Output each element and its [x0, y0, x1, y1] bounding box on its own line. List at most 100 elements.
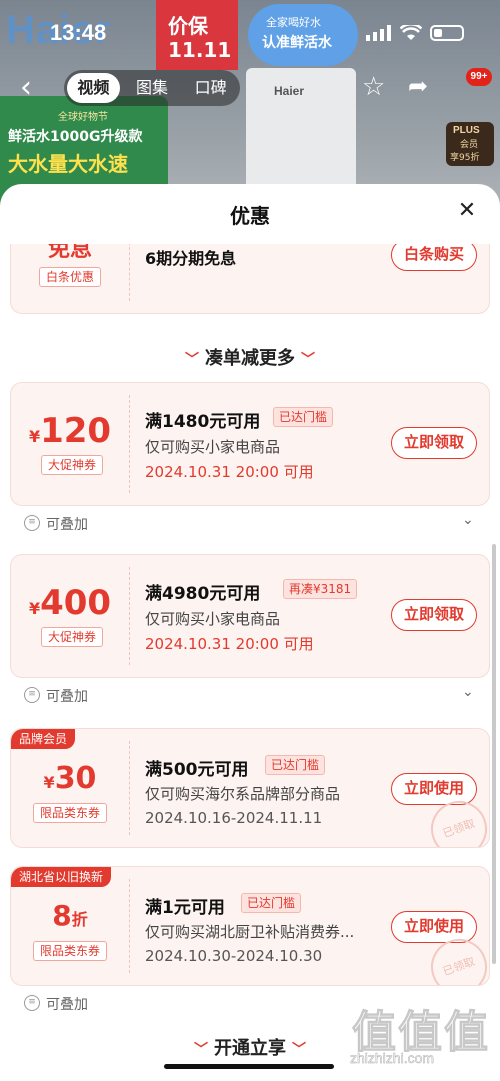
currency-symbol: ¥ — [28, 427, 41, 446]
section-title: ﹀ 凑单减更多 ﹀ — [0, 344, 500, 370]
price-protect-label: 价保 — [168, 14, 208, 38]
product-logo: Haier — [274, 84, 305, 98]
plus-member-badge: PLUS 会员 享95折 — [446, 122, 494, 166]
coupon-desc: 仅可购买小家电商品 — [145, 610, 281, 628]
plus-member-label: 会员 — [460, 140, 479, 150]
wifi-icon — [400, 25, 422, 40]
claim-button[interactable]: 立即领取 — [391, 427, 477, 459]
coupon-tag: 限品类东券 — [33, 803, 108, 823]
discount-sheet: 优惠 ✕ 免息 白条优惠 6期分期免息 白条购买 ﹀ 凑单减更多 ﹀ ¥120 大促… — [0, 184, 500, 1081]
scrollbar[interactable] — [492, 544, 496, 964]
coupon-tag: 大促神券 — [41, 627, 104, 647]
coupon-title: 满500元可用 — [145, 760, 249, 780]
threshold-pill: 已达门槛 — [241, 893, 302, 913]
currency-symbol: ¥ — [28, 599, 41, 618]
stackable-row[interactable]: ≡ 可叠加 ⌄ — [10, 680, 490, 710]
claim-button[interactable]: 立即领取 — [391, 599, 477, 631]
coupon-card: 品牌会员 ¥30 限品类东券 满500元可用 已达门槛 仅可购买海尔系品牌部分商… — [10, 728, 490, 848]
stackable-label: 可叠加 — [46, 517, 88, 533]
price-protect-date: 11.11 — [168, 38, 232, 62]
tab-gallery[interactable]: 图集 — [126, 73, 179, 103]
coupon-tag: 大促神券 — [41, 455, 104, 475]
sheet-scroll-area[interactable]: 免息 白条优惠 6期分期免息 白条购买 ﹀ 凑单减更多 ﹀ ¥120 大促神券 满1… — [0, 244, 500, 1081]
coupon-card: 湖北省以旧换新 8折 限品类东券 满1元可用 已达门槛 仅可购买湖北厨卫补贴消费… — [10, 866, 490, 986]
coupon-value: 8 — [52, 899, 72, 932]
coupon-amount: ¥30 — [11, 761, 129, 796]
stack-icon: ≡ — [24, 995, 40, 1011]
chevron-down-icon[interactable]: ⌄ — [462, 512, 474, 528]
tab-video[interactable]: 视频 — [67, 73, 120, 103]
left-decoration-icon: ﹀ — [185, 352, 199, 368]
coupon-amount: ¥400 — [11, 583, 129, 623]
coupon-value: 120 — [40, 411, 112, 451]
watermark: 值值值 zhizhizhi.com — [344, 996, 494, 1074]
coupon-value: 30 — [54, 761, 97, 796]
home-indicator[interactable] — [164, 1064, 334, 1069]
watermark-domain: zhizhizhi.com — [350, 1050, 435, 1067]
stack-icon: ≡ — [24, 515, 40, 531]
currency-symbol: ¥ — [43, 773, 55, 792]
promo-line2: 鲜活水1000G升级款 — [8, 129, 143, 145]
promo-line1: 全球好物节 — [58, 112, 108, 123]
coupon-title: 满1元可用 — [145, 898, 225, 918]
installment-title: 6期分期免息 — [145, 249, 237, 268]
close-icon[interactable]: ✕ — [454, 198, 480, 224]
discount-unit: 折 — [71, 910, 88, 929]
section-title-text: 开通立享 — [214, 1038, 286, 1059]
stack-icon: ≡ — [24, 687, 40, 703]
installment-amount: 免息 — [47, 244, 92, 262]
media-tab-bar: 视频 图集 口碑 — [64, 70, 240, 106]
card-divider — [129, 567, 130, 665]
coupon-desc: 仅可购买湖北厨卫补贴消费券... — [145, 923, 355, 941]
threshold-pill: 已达门槛 — [265, 755, 326, 775]
back-arrow-icon[interactable]: ‹ — [20, 70, 32, 105]
favorite-star-icon[interactable]: ☆ — [362, 72, 385, 102]
threshold-pill: 已达门槛 — [273, 407, 334, 427]
right-decoration-icon: ﹀ — [292, 1042, 306, 1058]
plus-label: PLUS — [453, 125, 480, 136]
card-divider — [129, 395, 130, 493]
coupon-amount: ¥120 — [11, 411, 129, 451]
baitiao-buy-button[interactable]: 白条购买 — [391, 244, 477, 271]
promo-line3: 大水量大水速 — [8, 152, 128, 176]
coupon-tag: 限品类东券 — [33, 941, 108, 961]
coupon-value: 400 — [40, 583, 112, 623]
section-title-text: 凑单减更多 — [205, 348, 295, 369]
tab-reviews[interactable]: 口碑 — [184, 73, 237, 103]
installment-tag: 白条优惠 — [39, 267, 102, 287]
stackable-label: 可叠加 — [46, 689, 88, 705]
coupon-card: ¥400 大促神券 满4980元可用 再凑¥3181 仅可购买小家电商品 202… — [10, 554, 490, 678]
trade-in-label: 湖北省以旧换新 — [11, 867, 112, 887]
fresh-water-badge: 全家喝好水 认准鲜活水 — [248, 4, 358, 66]
status-icons — [366, 24, 464, 42]
coupon-desc: 仅可购买小家电商品 — [145, 438, 281, 456]
installment-card: 免息 白条优惠 6期分期免息 白条购买 — [10, 244, 490, 314]
coupon-title: 满1480元可用 — [145, 412, 261, 432]
status-time: 13:48 — [50, 20, 107, 45]
battery-icon — [430, 25, 464, 41]
coupon-date: 2024.10.16-2024.11.11 — [145, 809, 323, 827]
cellular-signal-icon — [366, 25, 391, 41]
badge-line2: 认准鲜活水 — [262, 35, 332, 51]
coupon-date: 2024.10.31 20:00 可用 — [145, 463, 314, 481]
coupon-desc: 仅可购买海尔系品牌部分商品 — [145, 785, 341, 803]
badge-line1: 全家喝好水 — [266, 16, 321, 29]
card-divider — [129, 741, 130, 835]
coupon-card: ¥120 大促神券 满1480元可用 已达门槛 仅可购买小家电商品 2024.1… — [10, 382, 490, 506]
price-protect-banner: 价保 11.11 — [156, 0, 238, 70]
brand-member-label: 品牌会员 — [11, 729, 76, 749]
coupon-date: 2024.10.30-2024.10.30 — [145, 947, 323, 965]
coupon-amount: 8折 — [11, 899, 129, 932]
stackable-row[interactable]: ≡ 可叠加 ⌄ — [10, 508, 490, 538]
left-decoration-icon: ﹀ — [194, 1042, 208, 1058]
card-divider — [129, 244, 130, 301]
chevron-down-icon[interactable]: ⌄ — [462, 684, 474, 700]
remaining-amount-pill: 再凑¥3181 — [283, 579, 358, 599]
card-divider — [129, 879, 130, 973]
right-decoration-icon: ﹀ — [301, 352, 315, 368]
share-icon[interactable]: ➦ — [408, 72, 428, 100]
coupon-title: 满4980元可用 — [145, 584, 261, 604]
sheet-title: 优惠 — [230, 204, 270, 228]
stackable-label: 可叠加 — [46, 997, 88, 1013]
plus-discount-label: 享95折 — [450, 153, 480, 163]
